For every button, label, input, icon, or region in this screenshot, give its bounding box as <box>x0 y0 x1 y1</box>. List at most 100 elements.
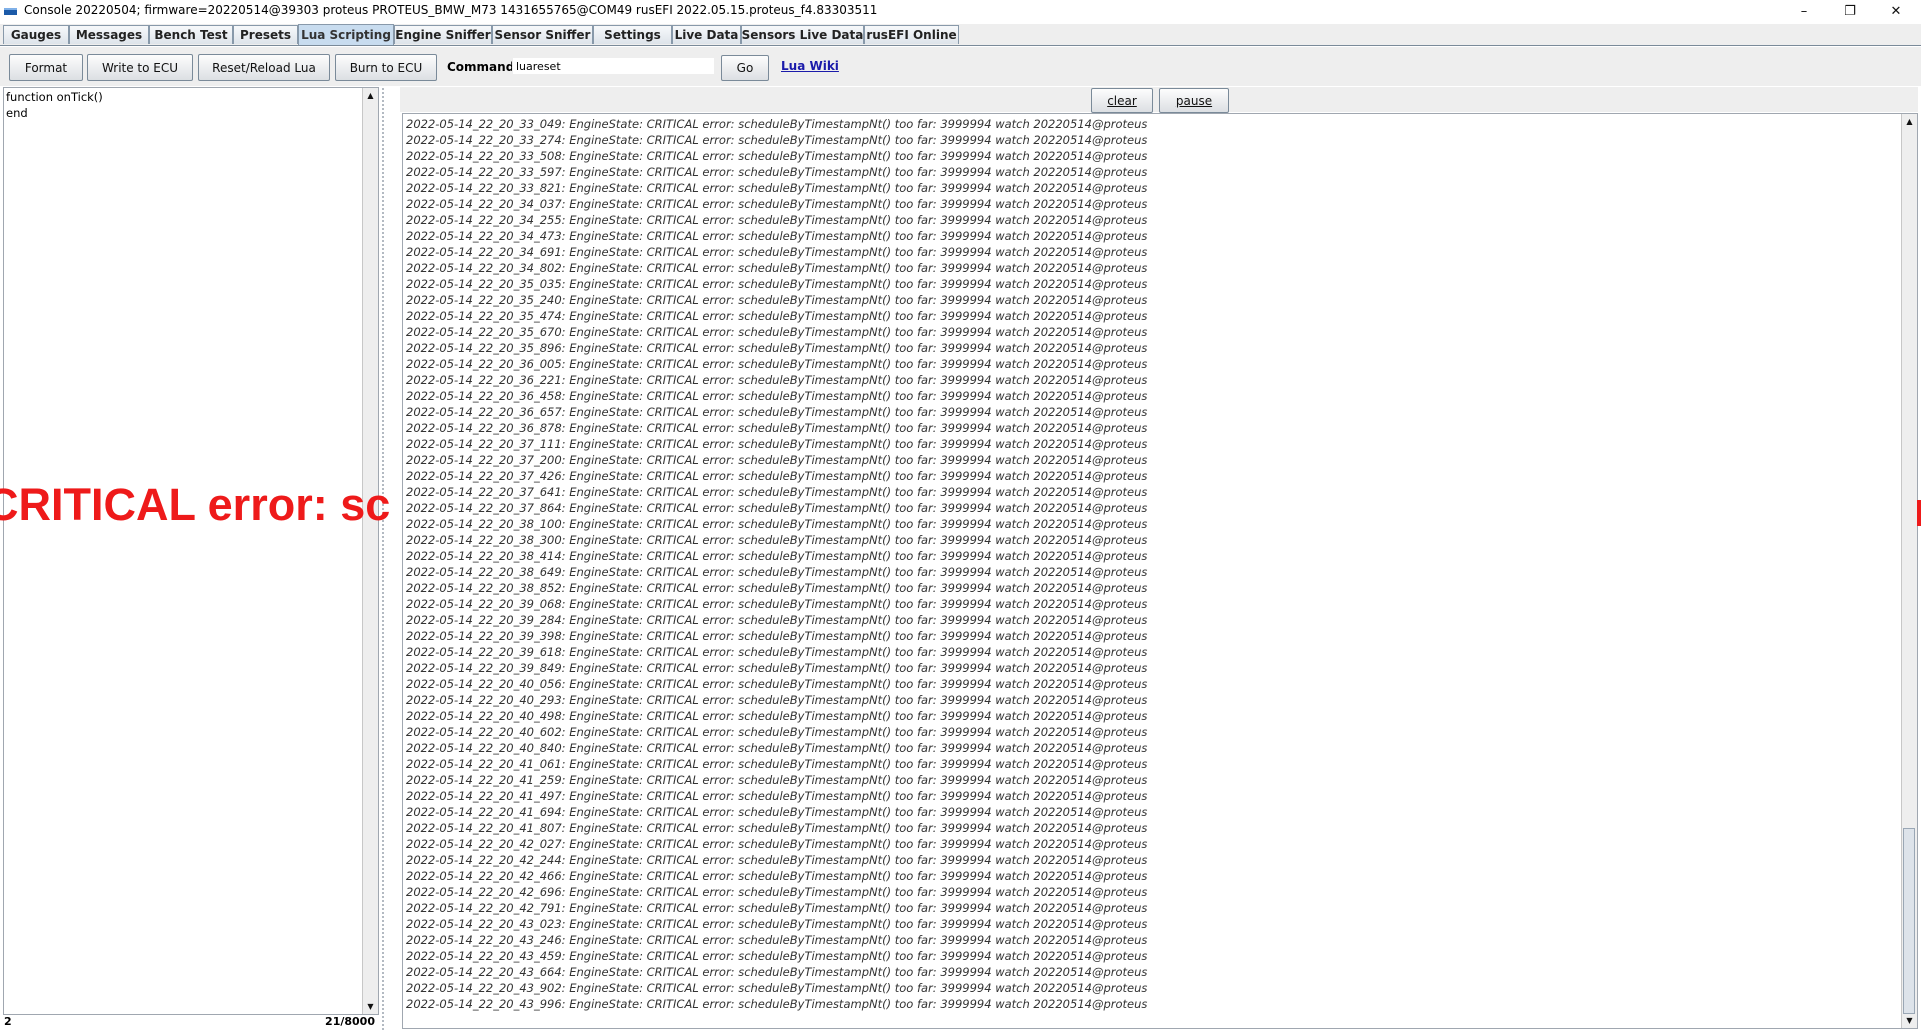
log-line: 2022-05-14_22_20_34_037: EngineState: CR… <box>406 197 1148 211</box>
log-line: 2022-05-14_22_20_35_670: EngineState: CR… <box>406 325 1148 339</box>
lua-code[interactable]: function onTick() end <box>6 89 103 121</box>
log-line: 2022-05-14_22_20_40_498: EngineState: CR… <box>406 709 1148 723</box>
log-line: 2022-05-14_22_20_40_840: EngineState: CR… <box>406 741 1148 755</box>
editor-char-count: 21/8000 <box>325 1015 375 1028</box>
log-line: 2022-05-14_22_20_37_200: EngineState: CR… <box>406 453 1148 467</box>
tab-live-data[interactable]: Live Data <box>672 25 741 44</box>
log-line: 2022-05-14_22_20_42_027: EngineState: CR… <box>406 837 1148 851</box>
tab-settings[interactable]: Settings <box>593 25 672 44</box>
tab-engine-sniffer[interactable]: Engine Sniffer <box>394 25 492 44</box>
log-line: 2022-05-14_22_20_34_802: EngineState: CR… <box>406 261 1148 275</box>
log-line: 2022-05-14_22_20_36_005: EngineState: CR… <box>406 357 1148 371</box>
log-line: 2022-05-14_22_20_36_878: EngineState: CR… <box>406 421 1148 435</box>
log-line: 2022-05-14_22_20_33_821: EngineState: CR… <box>406 181 1148 195</box>
tab-messages[interactable]: Messages <box>69 25 149 44</box>
log-line: 2022-05-14_22_20_33_274: EngineState: CR… <box>406 133 1148 147</box>
editor-scrollbar[interactable]: ▲ ▼ <box>362 88 378 1014</box>
log-line: 2022-05-14_22_20_37_426: EngineState: CR… <box>406 469 1148 483</box>
log-line: 2022-05-14_22_20_39_284: EngineState: CR… <box>406 613 1148 627</box>
console-log[interactable]: 2022-05-14_22_20_33_049: EngineState: CR… <box>402 113 1918 1029</box>
lua-editor[interactable]: function onTick() end ▲ ▼ <box>3 87 379 1015</box>
write-to-ecu-button[interactable]: Write to ECU <box>87 54 193 81</box>
editor-line-number: 2 <box>4 1015 12 1028</box>
log-line: 2022-05-14_22_20_33_049: EngineState: CR… <box>406 117 1148 131</box>
log-line: 2022-05-14_22_20_35_035: EngineState: CR… <box>406 277 1148 291</box>
scroll-up-arrow-icon[interactable]: ▲ <box>1902 114 1917 129</box>
tab-sensor-sniffer[interactable]: Sensor Sniffer <box>492 25 593 44</box>
log-line: 2022-05-14_22_20_39_849: EngineState: CR… <box>406 661 1148 675</box>
log-line: 2022-05-14_22_20_42_466: EngineState: CR… <box>406 869 1148 883</box>
log-line: 2022-05-14_22_20_41_807: EngineState: CR… <box>406 821 1148 835</box>
scroll-thumb[interactable] <box>1903 828 1915 1014</box>
editor-status-bar: 2 21/8000 <box>3 1013 379 1031</box>
log-line: 2022-05-14_22_20_40_293: EngineState: CR… <box>406 693 1148 707</box>
tab-presets[interactable]: Presets <box>233 25 298 44</box>
log-line: 2022-05-14_22_20_40_056: EngineState: CR… <box>406 677 1148 691</box>
error-edge-indicator <box>1917 500 1921 526</box>
tab-bench-test[interactable]: Bench Test <box>149 25 233 44</box>
app-icon <box>4 8 17 15</box>
log-line: 2022-05-14_22_20_41_694: EngineState: CR… <box>406 805 1148 819</box>
pause-button[interactable]: pause <box>1159 88 1229 113</box>
scroll-down-arrow-icon[interactable]: ▼ <box>363 999 378 1014</box>
log-line: 2022-05-14_22_20_33_597: EngineState: CR… <box>406 165 1148 179</box>
command-input[interactable] <box>512 57 715 75</box>
log-line: 2022-05-14_22_20_43_459: EngineState: CR… <box>406 949 1148 963</box>
log-line: 2022-05-14_22_20_38_414: EngineState: CR… <box>406 549 1148 563</box>
log-line: 2022-05-14_22_20_39_618: EngineState: CR… <box>406 645 1148 659</box>
tab-gauges[interactable]: Gauges <box>3 25 69 44</box>
console-header: clear pause <box>400 87 1918 113</box>
log-line: 2022-05-14_22_20_39_398: EngineState: CR… <box>406 629 1148 643</box>
log-line: 2022-05-14_22_20_43_246: EngineState: CR… <box>406 933 1148 947</box>
burn-to-ecu-button[interactable]: Burn to ECU <box>335 54 437 81</box>
maximize-button[interactable]: ❐ <box>1827 0 1873 22</box>
log-line: 2022-05-14_22_20_41_497: EngineState: CR… <box>406 789 1148 803</box>
log-line: 2022-05-14_22_20_41_061: EngineState: CR… <box>406 757 1148 771</box>
log-line: 2022-05-14_22_20_38_852: EngineState: CR… <box>406 581 1148 595</box>
log-line: 2022-05-14_22_20_36_458: EngineState: CR… <box>406 389 1148 403</box>
console-scrollbar[interactable]: ▲ ▼ <box>1901 114 1917 1028</box>
log-line: 2022-05-14_22_20_34_691: EngineState: CR… <box>406 245 1148 259</box>
title-bar: Console 20220504; firmware=20220514@3930… <box>0 0 1921 22</box>
log-line: 2022-05-14_22_20_42_791: EngineState: CR… <box>406 901 1148 915</box>
log-line: 2022-05-14_22_20_36_657: EngineState: CR… <box>406 405 1148 419</box>
log-line: 2022-05-14_22_20_35_240: EngineState: CR… <box>406 293 1148 307</box>
clear-button[interactable]: clear <box>1091 88 1153 113</box>
log-line: 2022-05-14_22_20_38_300: EngineState: CR… <box>406 533 1148 547</box>
minimize-button[interactable]: – <box>1781 0 1827 22</box>
log-line: 2022-05-14_22_20_38_649: EngineState: CR… <box>406 565 1148 579</box>
window-title: Console 20220504; firmware=20220514@3930… <box>24 3 878 17</box>
log-line: 2022-05-14_22_20_39_068: EngineState: CR… <box>406 597 1148 611</box>
log-line: 2022-05-14_22_20_43_902: EngineState: CR… <box>406 981 1148 995</box>
log-line: 2022-05-14_22_20_37_641: EngineState: CR… <box>406 485 1148 499</box>
scroll-down-arrow-icon[interactable]: ▼ <box>1902 1013 1917 1028</box>
log-line: 2022-05-14_22_20_43_996: EngineState: CR… <box>406 997 1148 1011</box>
log-line: 2022-05-14_22_20_34_473: EngineState: CR… <box>406 229 1148 243</box>
log-line: 2022-05-14_22_20_35_896: EngineState: CR… <box>406 341 1148 355</box>
critical-error-banner: CRITICAL error: sc <box>0 479 391 530</box>
log-line: 2022-05-14_22_20_43_664: EngineState: CR… <box>406 965 1148 979</box>
log-line: 2022-05-14_22_20_40_602: EngineState: CR… <box>406 725 1148 739</box>
tab-lua-scripting[interactable]: Lua Scripting <box>298 24 394 45</box>
lua-wiki-link[interactable]: Lua Wiki <box>781 59 839 73</box>
log-line: 2022-05-14_22_20_38_100: EngineState: CR… <box>406 517 1148 531</box>
log-line: 2022-05-14_22_20_36_221: EngineState: CR… <box>406 373 1148 387</box>
close-button[interactable]: ✕ <box>1873 0 1919 22</box>
log-line: 2022-05-14_22_20_33_508: EngineState: CR… <box>406 149 1148 163</box>
split-pane-divider[interactable] <box>381 87 386 1031</box>
command-label: Command: <box>447 60 520 74</box>
go-button[interactable]: Go <box>721 55 769 81</box>
tab-rusefi-online[interactable]: rusEFI Online <box>864 25 959 44</box>
log-line: 2022-05-14_22_20_37_864: EngineState: CR… <box>406 501 1148 515</box>
log-line: 2022-05-14_22_20_41_259: EngineState: CR… <box>406 773 1148 787</box>
format-button[interactable]: Format <box>9 54 83 81</box>
log-line: 2022-05-14_22_20_37_111: EngineState: CR… <box>406 437 1148 451</box>
reset-reload-lua-button[interactable]: Reset/Reload Lua <box>198 54 330 81</box>
scroll-up-arrow-icon[interactable]: ▲ <box>363 88 378 103</box>
log-line: 2022-05-14_22_20_34_255: EngineState: CR… <box>406 213 1148 227</box>
tab-bar: Gauges Messages Bench Test Presets Lua S… <box>0 24 1921 46</box>
log-line: 2022-05-14_22_20_42_244: EngineState: CR… <box>406 853 1148 867</box>
tab-sensors-live-data[interactable]: Sensors Live Data <box>741 25 864 44</box>
log-line: 2022-05-14_22_20_43_023: EngineState: CR… <box>406 917 1148 931</box>
log-line: 2022-05-14_22_20_42_696: EngineState: CR… <box>406 885 1148 899</box>
